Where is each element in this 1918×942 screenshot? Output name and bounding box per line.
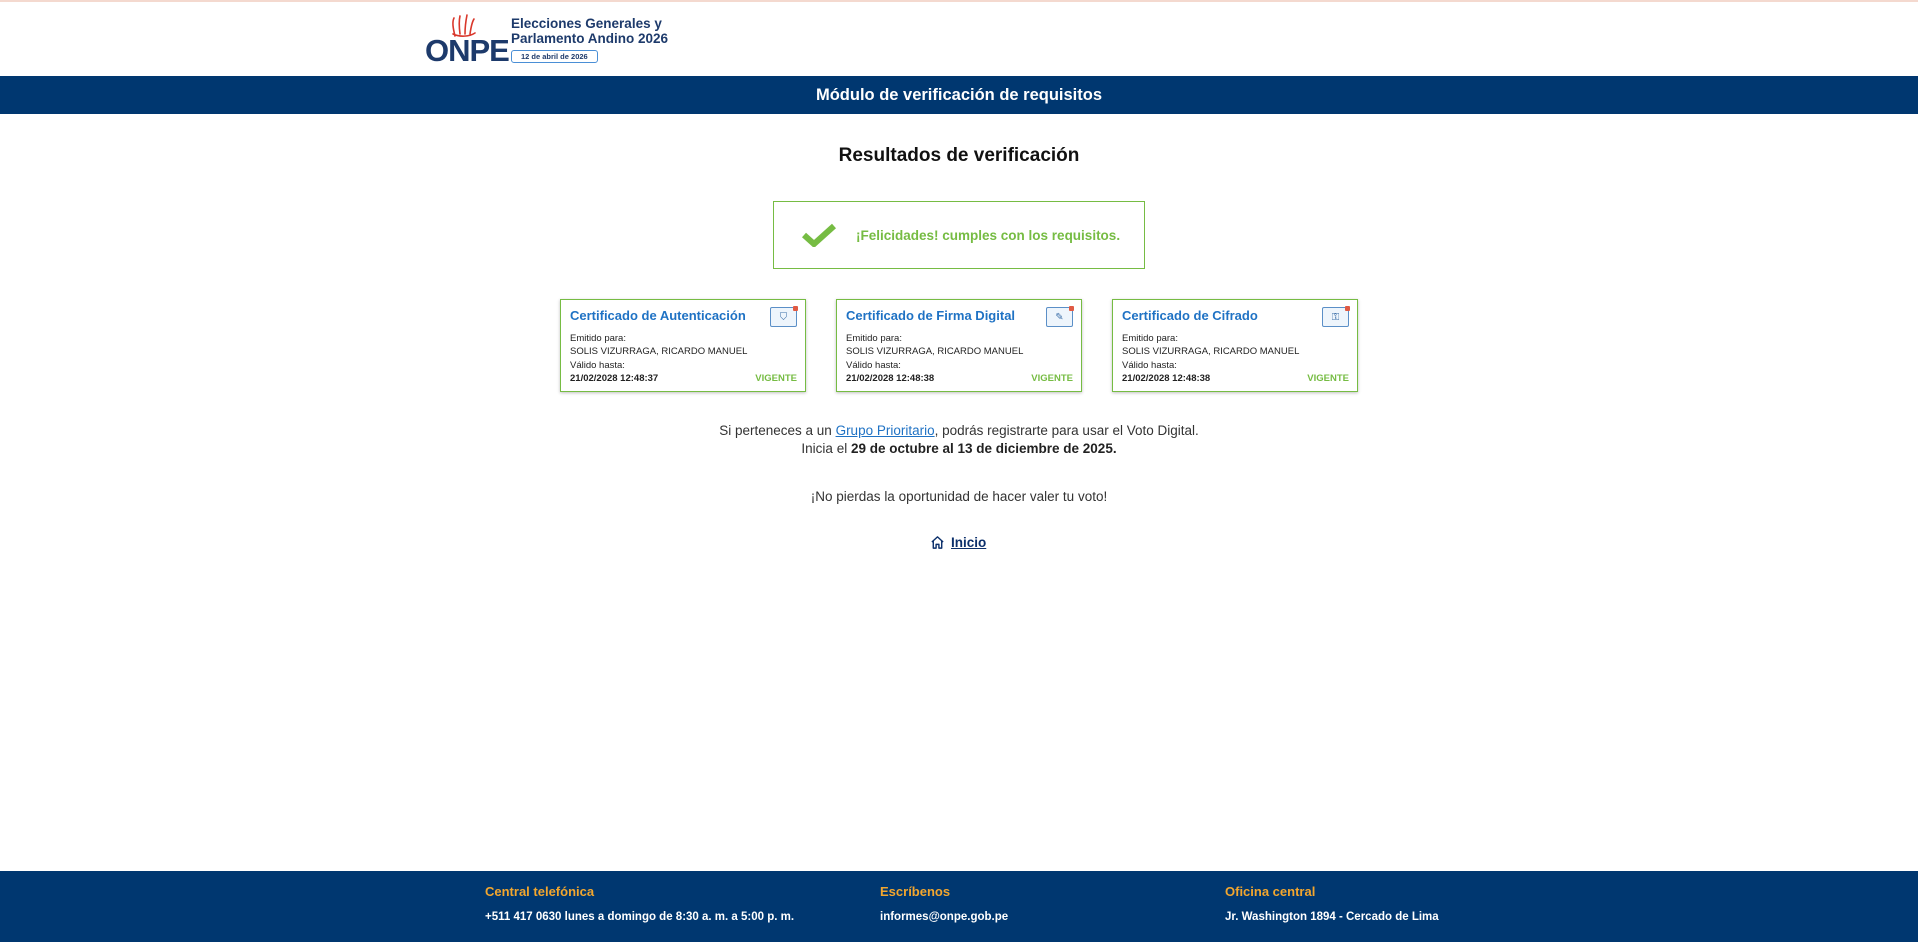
priority-group-text: Si perteneces a un Grupo Prioritario, po… (0, 423, 1918, 438)
certificate-card-signature: Certificado de Firma Digital ✎ Emitido p… (836, 299, 1082, 392)
status-badge: VIGENTE (1307, 373, 1349, 384)
event-info: Elecciones Generales y Parlamento Andino… (511, 16, 681, 64)
issued-label: Emitido para: (570, 333, 626, 344)
event-date-badge: 12 de abril de 2026 (511, 50, 598, 63)
success-message: ¡Felicidades! cumples con los requisitos… (856, 227, 1121, 243)
site-footer: Central telefónica +511 417 0630 lunes a… (0, 871, 1918, 942)
valid-until: 21/02/2028 12:48:38 (846, 373, 935, 384)
success-banner: ¡Felicidades! cumples con los requisitos… (773, 201, 1145, 269)
registration-dates-text: Inicia el 29 de octubre al 13 de diciemb… (0, 441, 1918, 456)
footer-phone-text: +511 417 0630 lunes a domingo de 8:30 a.… (485, 911, 795, 923)
valid-label: Válido hasta: (570, 360, 625, 371)
home-link[interactable]: Inicio (930, 535, 986, 550)
home-link-label[interactable]: Inicio (951, 535, 986, 550)
footer-email-heading: Escríbenos (880, 884, 951, 899)
issued-label: Emitido para: (846, 333, 902, 344)
certificate-card-encryption: Certificado de Cifrado ⚿ Emitido para: S… (1112, 299, 1358, 392)
valid-label: Válido hasta: (846, 360, 901, 371)
issued-to: SOLIS VIZURRAGA, RICARDO MANUEL (846, 346, 1024, 357)
home-icon (931, 536, 944, 549)
valid-label: Válido hasta: (1122, 360, 1177, 371)
registration-dates: 29 de octubre al 13 de diciembre de 2025… (850, 441, 1117, 456)
valid-until: 21/02/2028 12:48:37 (570, 373, 659, 384)
issued-to: SOLIS VIZURRAGA, RICARDO MANUEL (570, 346, 748, 357)
certificate-title: Certificado de Firma Digital (846, 308, 1016, 323)
page-title: Resultados de verificación (838, 145, 1080, 166)
footer-email-text[interactable]: informes@onpe.gob.pe (880, 911, 1008, 923)
priority-group-link[interactable]: Grupo Prioritario (836, 423, 935, 438)
footer-office: Oficina central Jr. Washington 1894 - Ce… (1225, 884, 1439, 923)
shield-icon: ⛉ (770, 306, 798, 327)
signature-icon: ✎ (1046, 306, 1074, 327)
onpe-logo[interactable]: ONPE (425, 14, 510, 66)
info-text: , podrás registrarte para usar el Voto D… (934, 423, 1199, 438)
info-text: Si perteneces a un (719, 423, 836, 438)
status-badge: VIGENTE (755, 373, 797, 384)
footer-office-heading: Oficina central (1225, 884, 1316, 899)
module-title: Módulo de verificación de requisitos (815, 85, 1103, 104)
encryption-icon: ⚿ (1322, 306, 1350, 327)
footer-office-text: Jr. Washington 1894 - Cercado de Lima (1225, 911, 1439, 923)
issued-label: Emitido para: (1122, 333, 1178, 344)
status-badge: VIGENTE (1031, 373, 1073, 384)
info-text: Inicia el (801, 441, 851, 456)
footer-phone-heading: Central telefónica (485, 884, 595, 899)
encouragement-text: ¡No pierdas la oportunidad de hacer vale… (810, 489, 1108, 504)
event-title: Elecciones Generales y Parlamento Andino… (511, 16, 669, 46)
footer-email: Escríbenos informes@onpe.gob.pe (880, 884, 1008, 923)
certificate-title: Certificado de Autenticación (570, 308, 746, 323)
certificate-title: Certificado de Cifrado (1122, 308, 1258, 323)
site-header: ONPE Elecciones Generales y Parlamento A… (0, 2, 1918, 76)
certificate-card-authentication: Certificado de Autenticación ⛉ Emitido p… (560, 299, 806, 392)
checkmark-icon (802, 223, 836, 247)
issued-to: SOLIS VIZURRAGA, RICARDO MANUEL (1122, 346, 1300, 357)
valid-until: 21/02/2028 12:48:38 (1122, 373, 1211, 384)
logo-text: ONPE (425, 33, 510, 68)
footer-phone: Central telefónica +511 417 0630 lunes a… (485, 884, 794, 923)
module-title-bar: Módulo de verificación de requisitos (0, 76, 1918, 114)
